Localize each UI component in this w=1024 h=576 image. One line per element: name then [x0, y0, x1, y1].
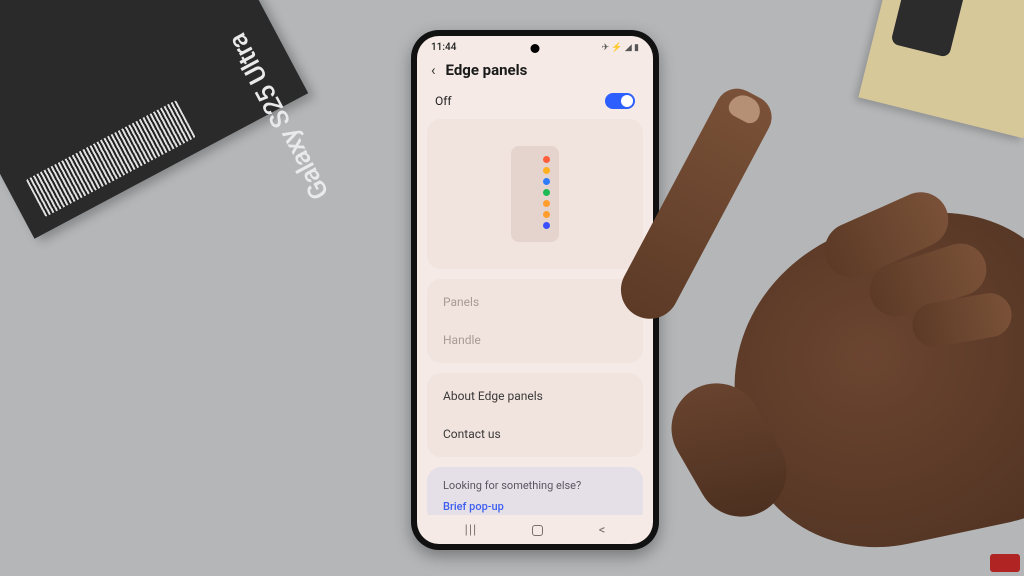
preview-phone-shape: [511, 146, 559, 242]
preview-dot: [543, 189, 550, 196]
preview-dot: [543, 156, 550, 163]
nav-home-icon[interactable]: [532, 525, 543, 536]
product-box-label: Galaxy S25 Ultra: [222, 28, 335, 204]
page-title: Edge panels: [446, 61, 528, 79]
camera-hole: [531, 44, 540, 53]
preview-dot: [543, 167, 550, 174]
corner-badge: [990, 554, 1020, 572]
back-icon[interactable]: ‹: [431, 63, 436, 78]
preview-dot: [543, 178, 550, 185]
toggle-state-label: Off: [435, 94, 452, 108]
nav-recent-icon[interactable]: |||: [465, 523, 478, 538]
preview-dot-strip: [543, 156, 550, 242]
preview-dot: [543, 222, 550, 229]
hand: [604, 40, 1024, 576]
barcode: [26, 100, 196, 217]
preview-dot: [543, 211, 550, 218]
finger-index: [611, 81, 780, 329]
lookup-link-brief-popup[interactable]: Brief pop-up: [443, 500, 627, 513]
preview-dot: [543, 200, 550, 207]
product-box: Galaxy S25 Ultra: [0, 0, 308, 239]
status-time: 11:44: [431, 42, 456, 53]
lookup-title: Looking for something else?: [443, 479, 627, 492]
